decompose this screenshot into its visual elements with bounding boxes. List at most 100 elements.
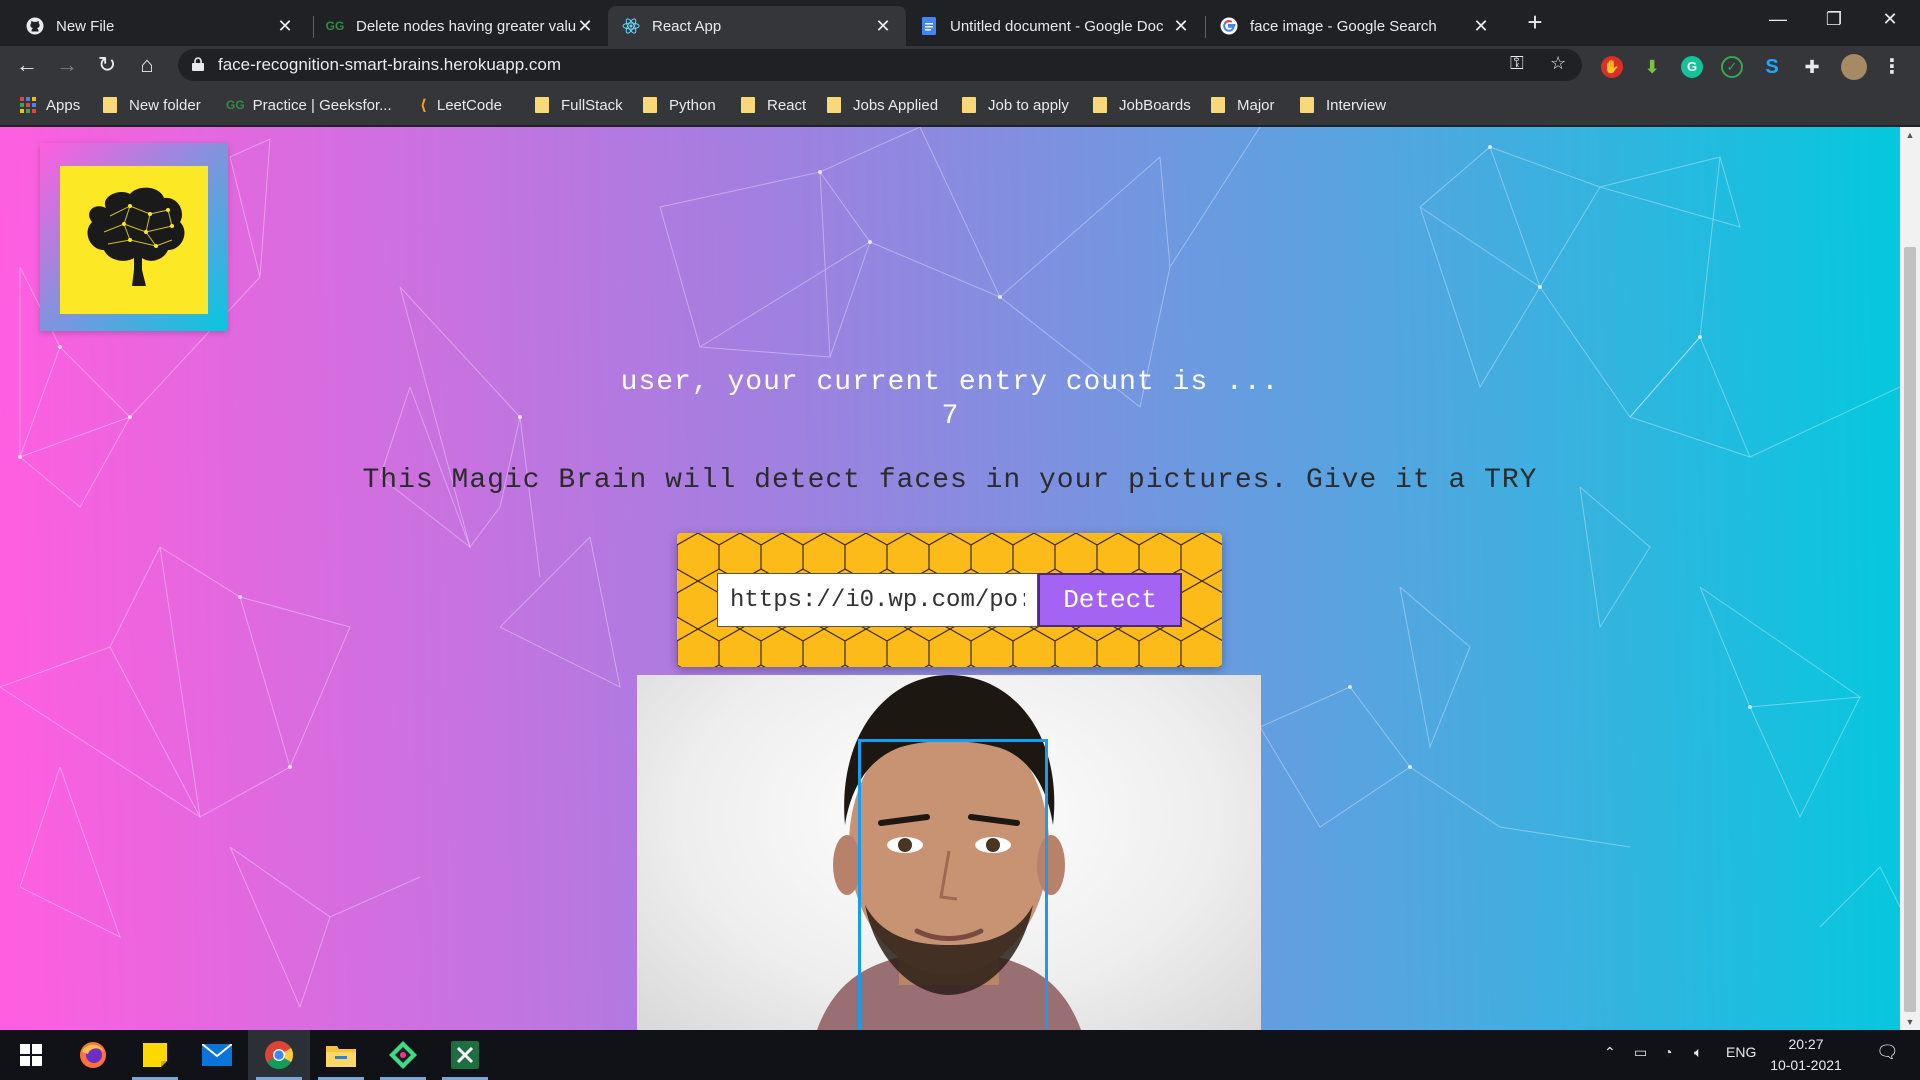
bookmark-python[interactable]: Python bbox=[643, 94, 716, 116]
reload-icon[interactable]: ↻ bbox=[92, 50, 122, 80]
clock-time: 20:27 bbox=[1788, 1036, 1824, 1052]
address-bar[interactable]: face-recognition-smart-brains.herokuapp.… bbox=[178, 49, 1582, 81]
volume-icon[interactable]: 🔈︎ bbox=[1694, 1044, 1702, 1061]
bookmark-label: FullStack bbox=[561, 96, 623, 114]
scroll-up-icon[interactable]: ▲ bbox=[1900, 127, 1920, 143]
adblock-icon[interactable]: ✋ bbox=[1601, 56, 1623, 78]
bookmark-fullstack[interactable]: FullStack bbox=[535, 94, 623, 116]
excel-icon[interactable] bbox=[434, 1030, 496, 1080]
logo-tilt-card[interactable] bbox=[40, 143, 228, 331]
windows-start-icon[interactable] bbox=[0, 1030, 62, 1080]
bookmark-label: New folder bbox=[129, 96, 201, 114]
tab-google-doc[interactable]: Untitled document - Google Doc ✕ bbox=[906, 6, 1204, 46]
bookmark-star-icon[interactable]: ☆ bbox=[1550, 53, 1566, 74]
bookmark-label: React bbox=[767, 96, 807, 114]
tab-title: Untitled document - Google Doc bbox=[950, 17, 1164, 35]
face-bounding-box bbox=[858, 739, 1048, 1030]
google-docs-icon bbox=[920, 17, 938, 35]
apps-grid-icon bbox=[20, 97, 36, 113]
page-scrollbar[interactable]: ▲ ▼ bbox=[1900, 127, 1920, 1030]
battery-icon[interactable]: ▭ bbox=[1634, 1044, 1647, 1061]
github-icon bbox=[26, 17, 44, 35]
url-text: face-recognition-smart-brains.herokuapp.… bbox=[218, 55, 561, 74]
bookmark-job-to-apply[interactable]: Job to apply bbox=[962, 94, 1069, 116]
notifications-icon[interactable]: 🗨︎ bbox=[1876, 1042, 1899, 1063]
bookmark-jobs-applied[interactable]: Jobs Applied bbox=[827, 94, 938, 116]
bookmark-jobboards[interactable]: JobBoards bbox=[1093, 94, 1191, 116]
tab-delete-nodes[interactable]: GG Delete nodes having greater valu ✕ bbox=[312, 6, 608, 46]
bookmark-react[interactable]: React bbox=[741, 94, 806, 116]
bookmark-practice-gfg[interactable]: GG Practice | Geeksfor... bbox=[226, 94, 392, 116]
brain-icon bbox=[87, 187, 185, 286]
forward-icon[interactable]: → bbox=[52, 50, 82, 80]
wifi-icon[interactable]: ◔ bbox=[1664, 1044, 1672, 1060]
s-extension-icon[interactable]: S bbox=[1761, 56, 1783, 78]
mail-icon[interactable] bbox=[186, 1030, 248, 1080]
close-tab-icon[interactable]: ✕ bbox=[874, 16, 892, 37]
extensions-puzzle-icon[interactable]: ✚ bbox=[1801, 56, 1823, 78]
bookmark-leetcode[interactable]: ⟨ LeetCode bbox=[420, 94, 502, 116]
scroll-down-icon[interactable]: ▼ bbox=[1900, 1014, 1920, 1030]
geeksforgeeks-icon: GG bbox=[226, 98, 245, 112]
close-tab-icon[interactable]: ✕ bbox=[576, 16, 594, 37]
menu-kebab-icon[interactable]: ⋮ bbox=[1881, 56, 1903, 78]
tab-react-app[interactable]: React App ✕ bbox=[608, 6, 906, 46]
react-icon bbox=[622, 17, 640, 35]
folder-icon bbox=[535, 97, 549, 113]
entry-count-value: 7 bbox=[941, 401, 959, 432]
chrome-icon[interactable] bbox=[248, 1030, 310, 1080]
folder-icon bbox=[643, 97, 657, 113]
image-link-form: Detect bbox=[677, 533, 1222, 667]
tab-title: React App bbox=[652, 17, 722, 35]
checkmark-extension-icon[interactable]: ✓ bbox=[1721, 56, 1743, 78]
folder-icon bbox=[1300, 97, 1314, 113]
folder-icon bbox=[962, 97, 976, 113]
back-icon[interactable]: ← bbox=[12, 50, 42, 80]
file-explorer-icon[interactable] bbox=[310, 1030, 372, 1080]
bookmark-label: Jobs Applied bbox=[853, 96, 939, 114]
scroll-thumb[interactable] bbox=[1904, 247, 1916, 1012]
entry-count-message: user, your current entry count is ... bbox=[620, 367, 1280, 398]
folder-icon bbox=[827, 97, 841, 113]
restore-icon[interactable]: ❐ bbox=[1806, 0, 1862, 40]
grammarly-icon[interactable]: G bbox=[1681, 56, 1703, 78]
page-viewport: user, your current entry count is ... 7 … bbox=[0, 127, 1900, 1030]
tab-title: New File bbox=[56, 17, 115, 35]
key-icon[interactable]: ⚿ bbox=[1510, 53, 1524, 74]
home-icon[interactable]: ⌂ bbox=[132, 50, 162, 80]
bookmark-label: Major bbox=[1237, 96, 1275, 114]
download-extension-icon[interactable]: ⬇ bbox=[1641, 56, 1663, 78]
bookmark-label: Job to apply bbox=[988, 96, 1069, 114]
bookmark-apps[interactable]: Apps bbox=[20, 94, 80, 116]
image-url-input[interactable] bbox=[717, 573, 1038, 627]
tab-face-image-search[interactable]: face image - Google Search ✕ bbox=[1206, 6, 1504, 46]
close-window-icon[interactable]: ✕ bbox=[1862, 0, 1918, 40]
face-image bbox=[637, 675, 1261, 1030]
language-indicator[interactable]: ENG bbox=[1726, 1044, 1756, 1060]
close-tab-icon[interactable]: ✕ bbox=[1172, 16, 1190, 37]
detect-button[interactable]: Detect bbox=[1038, 573, 1182, 627]
folder-icon bbox=[1211, 97, 1225, 113]
clock-date: 10-01-2021 bbox=[1770, 1057, 1842, 1073]
folder-icon bbox=[1093, 97, 1107, 113]
bookmark-new-folder[interactable]: New folder bbox=[103, 94, 201, 116]
minimize-icon[interactable]: — bbox=[1750, 0, 1806, 40]
profile-avatar[interactable] bbox=[1841, 54, 1867, 80]
new-tab-button[interactable]: + bbox=[1520, 8, 1550, 38]
system-clock[interactable]: 20:27 10-01-2021 bbox=[1764, 1034, 1848, 1076]
sticky-notes-icon[interactable] bbox=[124, 1030, 186, 1080]
bookmark-major[interactable]: Major bbox=[1211, 94, 1275, 116]
page-tagline: This Magic Brain will detect faces in yo… bbox=[362, 465, 1538, 496]
windows-taskbar: ⌃ ▭ ◔ 🔈︎ ENG 20:27 10-01-2021 🗨︎ bbox=[0, 1030, 1920, 1080]
close-tab-icon[interactable]: ✕ bbox=[276, 16, 294, 37]
tab-new-file[interactable]: New File ✕ bbox=[12, 6, 308, 46]
chevron-up-icon[interactable]: ⌃ bbox=[1604, 1044, 1616, 1061]
jetbrains-icon[interactable] bbox=[372, 1030, 434, 1080]
firefox-icon[interactable] bbox=[62, 1030, 124, 1080]
bookmark-label: Interview bbox=[1326, 96, 1387, 114]
bookmark-label: Practice | Geeksfor... bbox=[252, 96, 392, 114]
bookmark-interview[interactable]: Interview bbox=[1300, 94, 1386, 116]
close-tab-icon[interactable]: ✕ bbox=[1472, 16, 1490, 37]
bookmark-label: Python bbox=[669, 96, 716, 114]
bookmark-label: JobBoards bbox=[1119, 96, 1191, 114]
